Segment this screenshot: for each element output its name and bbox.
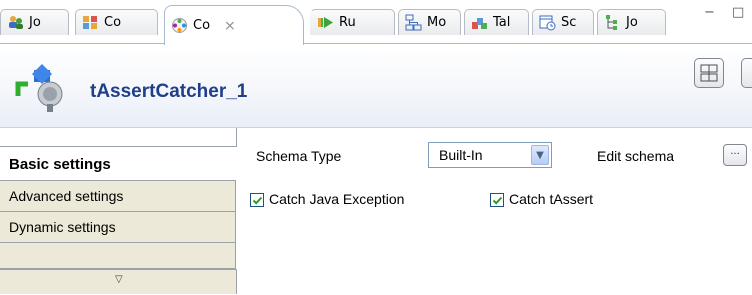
component-title: tAssertCatcher_1 [90,81,248,102]
layout-grid-icon [700,64,718,82]
scheduler-icon [539,14,556,31]
tab-job-hierarchy-label: Jo [626,15,638,30]
nav-spacer [0,128,237,147]
scroll-down-triangle-icon: ▽ [115,274,123,285]
job-hierarchy-icon [604,14,621,31]
nav-basic-settings[interactable]: Basic settings [0,147,236,181]
tab-contexts[interactable]: Co [75,9,158,35]
schema-type-select[interactable]: Built-In ▼ [428,142,552,168]
tab-contexts-label: Co [104,15,122,30]
tab-talend-exchange-label: Tal [493,15,511,30]
nav-advanced-settings-label: Advanced settings [9,188,124,204]
close-icon[interactable]: ⨯ [224,18,236,34]
chevron-down-icon[interactable]: ▼ [531,145,549,165]
basic-settings-panel: Schema Type Built-In ▼ Edit schema ... C… [238,128,752,295]
checkmark-icon [252,196,263,205]
tab-run[interactable]: Ru [310,9,395,35]
talend-exchange-icon [471,14,488,31]
schema-type-label: Schema Type [256,148,342,164]
view-tab-strip: Jo Co Co ⨯ Ru Mo Tal Sc Jo − □ [0,0,752,45]
tab-modules-label: Mo [427,15,447,30]
catch-java-exception-checkbox[interactable] [250,193,264,207]
catch-tassert-label: Catch tAssert [509,191,594,207]
nav-dynamic-settings-label: Dynamic settings [9,219,116,235]
layout-toggle-button[interactable] [694,58,724,88]
maximize-icon[interactable]: □ [732,6,746,20]
edit-schema-label: Edit schema [597,148,675,164]
catch-java-exception-label: Catch Java Exception [269,191,405,207]
tab-run-label: Ru [339,15,356,30]
settings-nav: Basic settings Advanced settings Dynamic… [0,128,238,295]
tab-talend-exchange[interactable]: Tal [464,9,529,35]
edit-schema-button[interactable]: ... [723,144,747,166]
tab-modules[interactable]: Mo [398,9,461,35]
job-icon [7,14,24,31]
tab-scheduler-label: Sc [561,15,577,30]
tab-component[interactable]: Co ⨯ [164,5,304,45]
component-icon [171,17,188,34]
checkmark-icon [492,196,503,205]
nav-dynamic-settings[interactable]: Dynamic settings [0,212,236,243]
tab-job-hierarchy[interactable]: Jo [597,9,666,35]
nav-scroll-down[interactable]: ▽ [0,269,237,294]
tab-component-label: Co [193,18,211,33]
tab-scheduler[interactable]: Sc [532,9,594,35]
contexts-icon [82,14,99,31]
nav-advanced-settings[interactable]: Advanced settings [0,181,236,212]
tab-job[interactable]: Jo [0,9,69,35]
nav-empty-row [0,243,236,269]
tab-job-label: Jo [29,15,41,30]
nav-basic-settings-label: Basic settings [9,156,111,173]
run-icon [317,14,334,31]
catch-tassert-checkbox[interactable] [490,193,504,207]
component-header: tAssertCatcher_1 [0,44,752,128]
schema-type-value: Built-In [439,147,483,163]
header-action-button[interactable] [741,58,752,88]
modules-icon [405,14,422,31]
tassertcatcher-component-icon [14,56,72,114]
minimize-icon[interactable]: − [704,6,718,20]
